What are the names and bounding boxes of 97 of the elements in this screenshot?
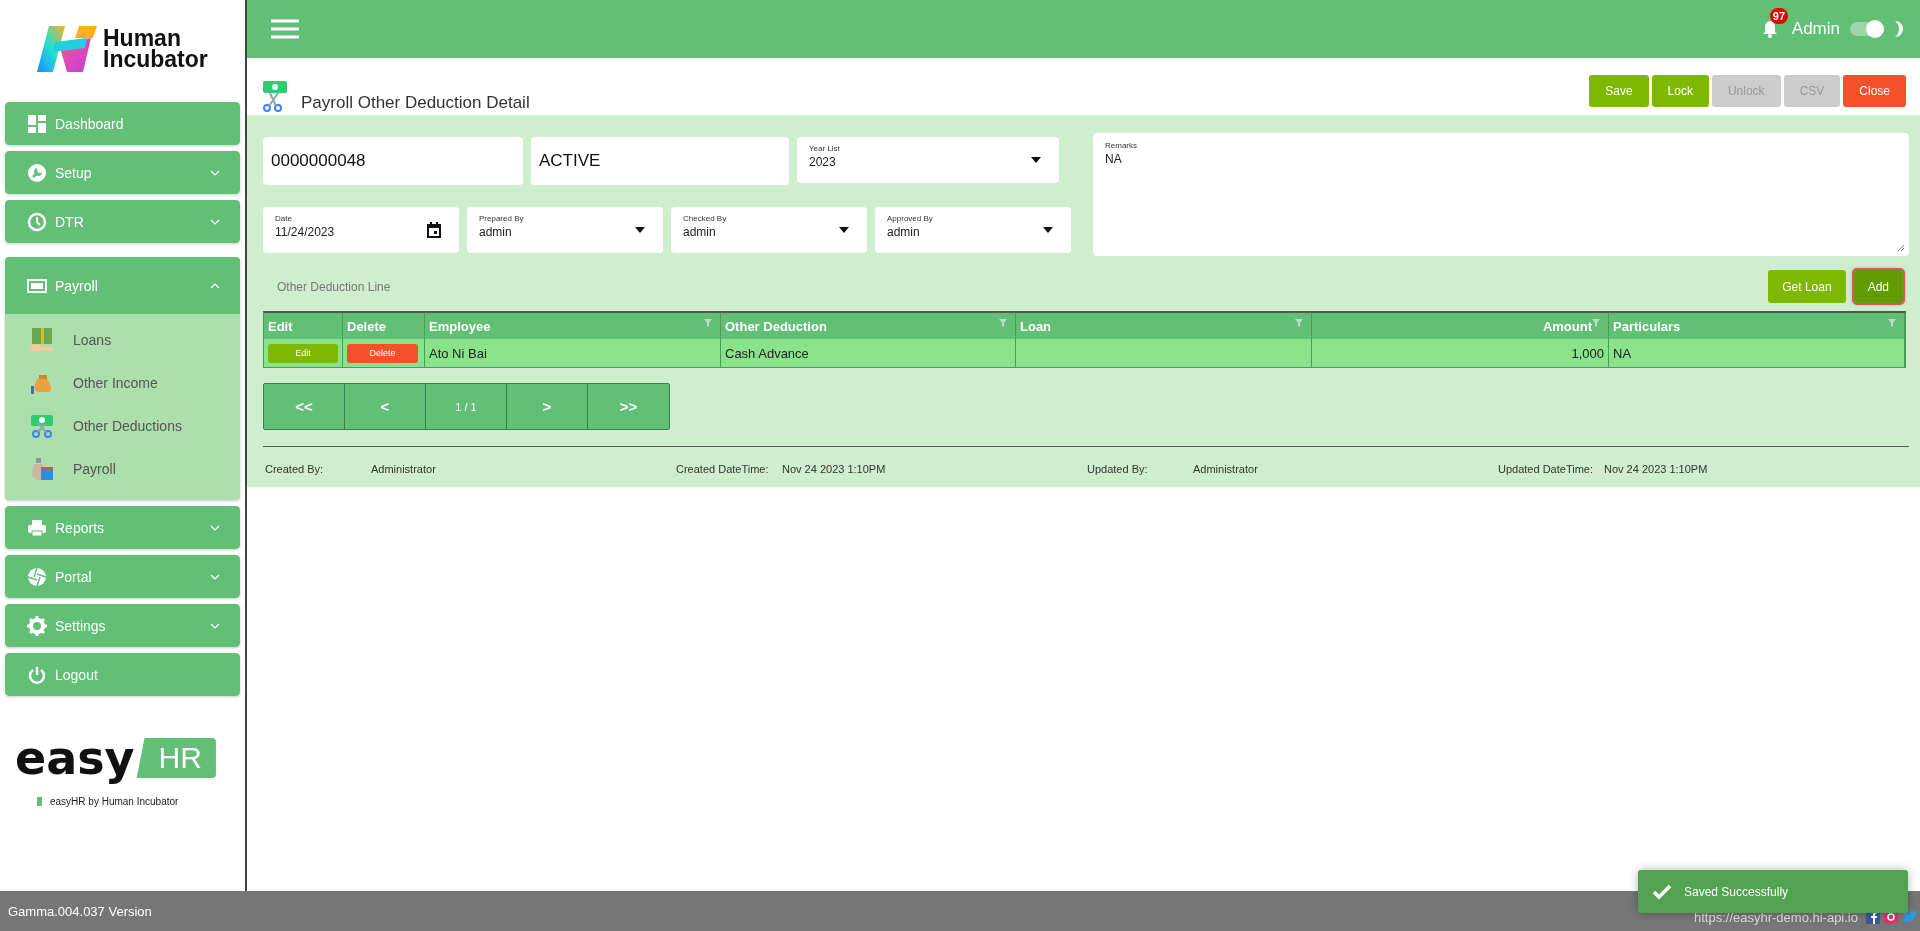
sidebar-item[interactable]: Setup: [5, 151, 240, 194]
filter-icon[interactable]: [1592, 319, 1600, 327]
caret-icon: [1043, 227, 1053, 233]
table-cell: Ato Ni Bai: [429, 345, 487, 361]
pager-button[interactable]: <<: [264, 384, 345, 429]
toast-message: Saved Successfully: [1684, 884, 1789, 899]
sidebar-item[interactable]: DTR: [5, 200, 240, 243]
chevron-down-icon: [210, 524, 220, 531]
sidebar-item[interactable]: Settings: [5, 604, 240, 647]
column-header[interactable]: Loan: [1020, 318, 1052, 334]
notification-count: 97: [1769, 8, 1789, 24]
filter-icon[interactable]: [999, 319, 1007, 327]
person-select[interactable]: Approved By admin: [875, 207, 1071, 253]
menu-button[interactable]: [271, 19, 299, 39]
calendar-icon: [427, 222, 441, 238]
caret-icon: [839, 227, 849, 233]
power-icon: [27, 664, 47, 685]
filter-icon[interactable]: [1888, 319, 1896, 327]
product-logo-badge: HR: [136, 738, 216, 778]
chevron-down-icon: [210, 573, 220, 580]
audit-value: Administrator: [1193, 463, 1258, 475]
user-name[interactable]: Admin: [1791, 19, 1840, 39]
chevron-down-icon: [210, 169, 220, 176]
version-text: Gamma.004.037 Version: [8, 903, 152, 919]
table-cell: Cash Advance: [725, 345, 809, 361]
edit-button[interactable]: Edit: [268, 343, 338, 363]
submenu-item[interactable]: Other Deductions: [29, 410, 240, 441]
person-select[interactable]: Checked By admin: [671, 207, 867, 253]
delete-button[interactable]: Delete: [347, 343, 418, 363]
resize-grip-icon: [1897, 244, 1905, 252]
audit-value: Administrator: [371, 463, 436, 475]
check-icon: [1652, 883, 1672, 900]
sidebar-item[interactable]: Payroll: [5, 257, 240, 314]
theme-toggle[interactable]: [1850, 22, 1882, 36]
audit-label: Updated By:: [1087, 463, 1149, 475]
brand-logo-icon: [35, 24, 99, 74]
product-logo-word: easy: [15, 730, 135, 786]
audit-label: Updated DateTime:: [1498, 463, 1594, 475]
column-header[interactable]: Edit: [268, 318, 293, 334]
settings-icon: [27, 615, 47, 636]
audit-label: Created By:: [265, 463, 325, 475]
pager-button[interactable]: >>: [588, 384, 669, 429]
filter-icon[interactable]: [1295, 319, 1303, 327]
wrench-icon: [27, 162, 47, 183]
caret-icon: [635, 227, 645, 233]
submenu-item[interactable]: Payroll: [29, 453, 240, 484]
dashboard-icon: [27, 113, 47, 134]
cash-scissors-icon: [29, 412, 55, 439]
caret-icon: [1031, 157, 1041, 163]
line-button[interactable]: Add: [1853, 270, 1903, 303]
column-header[interactable]: Employee: [429, 318, 491, 334]
column-header[interactable]: Particulars: [1613, 318, 1681, 334]
chevron-down-icon: [210, 622, 220, 629]
audit-label: Created DateTime:: [676, 463, 770, 475]
sidebar-item[interactable]: Dashboard: [5, 102, 240, 145]
date-field[interactable]: Date 11/24/2023: [263, 207, 459, 253]
table-cell: NA: [1613, 345, 1632, 361]
notification-bell-icon[interactable]: [1761, 20, 1778, 38]
cash-scissors-icon: [261, 79, 289, 113]
submenu-item[interactable]: Loans: [29, 324, 240, 355]
column-header[interactable]: Amount: [1542, 318, 1592, 334]
toolbar-button[interactable]: Save: [1589, 74, 1649, 107]
cash-hand-icon: [29, 326, 55, 353]
remarks-field[interactable]: Remarks NA: [1093, 133, 1909, 256]
pager-button[interactable]: >: [507, 384, 588, 429]
aperture-icon: [27, 566, 47, 587]
page-indicator[interactable]: 1 / 1: [426, 384, 507, 429]
site-link[interactable]: https://easyhr-demo.hi-api.io: [1693, 909, 1858, 925]
column-header[interactable]: Other Deduction: [725, 318, 827, 334]
line-button[interactable]: Get Loan: [1768, 270, 1846, 303]
brand-name: Human: [103, 28, 181, 49]
sidebar-item[interactable]: Portal: [5, 555, 240, 598]
section-label: Other Deduction Line: [277, 279, 391, 294]
column-header[interactable]: Delete: [347, 318, 387, 334]
submenu-item[interactable]: Other Income: [29, 367, 240, 398]
toolbar-button[interactable]: Close: [1843, 74, 1906, 107]
page-title: Payroll Other Deduction Detail: [301, 93, 530, 113]
person-select[interactable]: Prepared By admin: [467, 207, 663, 253]
chevron-down-icon: [210, 218, 220, 225]
sidebar-item[interactable]: Reports: [5, 506, 240, 549]
toolbar-button[interactable]: Lock: [1651, 74, 1709, 107]
brand-name: Incubator: [103, 49, 208, 70]
filter-icon[interactable]: [704, 319, 712, 327]
table-cell: 1,000: [1571, 345, 1604, 361]
clock-icon: [27, 211, 47, 232]
sidebar-item[interactable]: Logout: [5, 653, 240, 696]
tagline-mark: [37, 797, 42, 806]
audit-value: Nov 24 2023 1:10PM: [1604, 463, 1708, 475]
product-tagline: easyHR by Human Incubator: [50, 796, 179, 807]
audit-value: Nov 24 2023 1:10PM: [782, 463, 886, 475]
printer-icon: [27, 517, 47, 538]
pager-button[interactable]: <: [345, 384, 426, 429]
calculator-icon: [29, 455, 55, 482]
status-field[interactable]: ACTIVE: [531, 137, 789, 185]
year-select[interactable]: Year List 2023: [797, 137, 1059, 183]
chevron-up-icon: [210, 282, 220, 289]
number-field[interactable]: 0000000048: [263, 137, 523, 185]
